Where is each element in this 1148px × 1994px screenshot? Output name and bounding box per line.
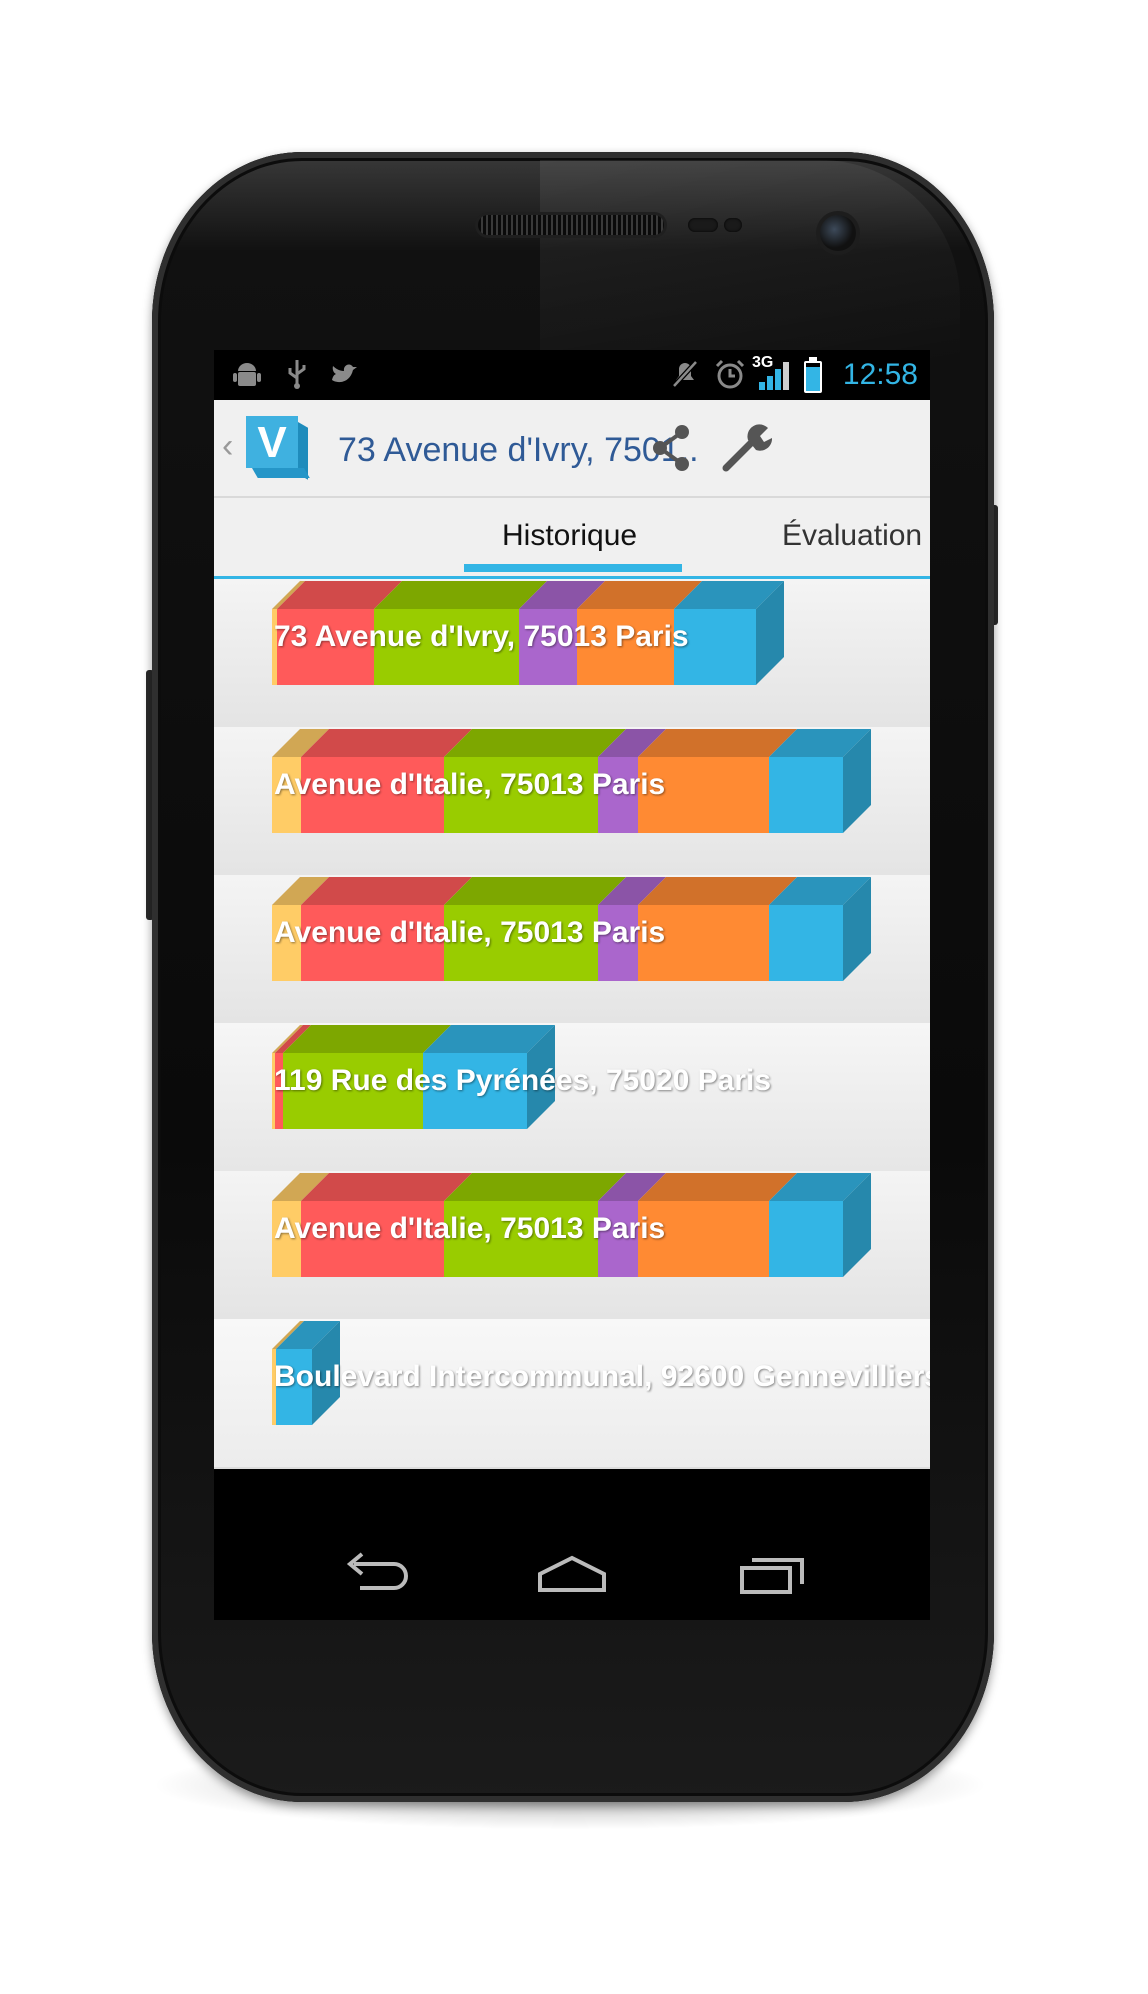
history-row[interactable]: Avenue d'Italie, 75013 Paris	[214, 727, 930, 877]
app-logo[interactable]: V	[246, 416, 310, 480]
usb-icon	[288, 360, 306, 389]
history-row[interactable]: 119 Rue des Pyrénées, 75020 Paris	[214, 1023, 930, 1173]
history-row-label: Avenue d'Italie, 75013 Paris	[274, 916, 666, 949]
history-row[interactable]: Avenue d'Italie, 75013 Paris	[214, 1171, 930, 1321]
history-list: 73 Avenue d'Ivry, 75013 Paris Avenue d'I…	[214, 579, 930, 1620]
tab-strip: Historique Évaluation	[214, 498, 930, 579]
up-caret-icon[interactable]: ‹	[222, 426, 233, 466]
history-row[interactable]: Avenue d'Italie, 75013 Paris	[214, 875, 930, 1025]
proximity-sensor	[688, 218, 718, 232]
twitter-icon	[332, 364, 357, 383]
tab-indicator	[464, 564, 682, 572]
bar-segment	[769, 877, 871, 981]
history-row-label: 119 Rue des Pyrénées, 75020 Paris	[274, 1064, 772, 1097]
home-icon[interactable]	[532, 1550, 612, 1600]
history-row[interactable]: 73 Avenue d'Ivry, 75013 Paris	[214, 579, 930, 729]
earpiece-speaker	[478, 215, 664, 235]
signal-icon	[759, 360, 793, 390]
history-row-label: Boulevard Intercommunal, 92600 Gennevill…	[274, 1360, 930, 1393]
tab-historique[interactable]: Historique	[502, 516, 637, 556]
history-row-label: Avenue d'Italie, 75013 Paris	[274, 768, 666, 801]
tab-evaluation[interactable]: Évaluation	[782, 516, 922, 556]
android-debug-icon	[233, 363, 261, 386]
battery-icon	[804, 357, 822, 393]
screen: 3G 12:58 ‹ V 73 Avenue d'Ivry, 7501.. Hi…	[214, 350, 930, 1620]
bar-segment	[769, 1173, 871, 1277]
phone-gloss	[540, 160, 960, 360]
navigation-bar	[214, 1530, 930, 1620]
status-time: 12:58	[842, 358, 918, 391]
light-sensor	[724, 218, 742, 232]
bar-segment	[769, 729, 871, 833]
front-camera	[820, 215, 856, 251]
history-row[interactable]: Boulevard Intercommunal, 92600 Gennevill…	[214, 1319, 930, 1469]
recent-apps-icon[interactable]	[734, 1550, 814, 1600]
alarm-icon	[715, 359, 745, 389]
back-icon[interactable]	[336, 1550, 416, 1600]
history-row-label: Avenue d'Italie, 75013 Paris	[274, 1212, 666, 1245]
app-logo-letter: V	[246, 416, 298, 468]
share-icon[interactable]	[642, 418, 702, 478]
wrench-icon[interactable]	[718, 418, 778, 478]
action-bar: ‹ V 73 Avenue d'Ivry, 7501..	[214, 400, 930, 498]
mute-icon	[672, 360, 698, 388]
history-row-label: 73 Avenue d'Ivry, 75013 Paris	[274, 620, 689, 653]
status-bar: 3G 12:58	[214, 350, 930, 400]
